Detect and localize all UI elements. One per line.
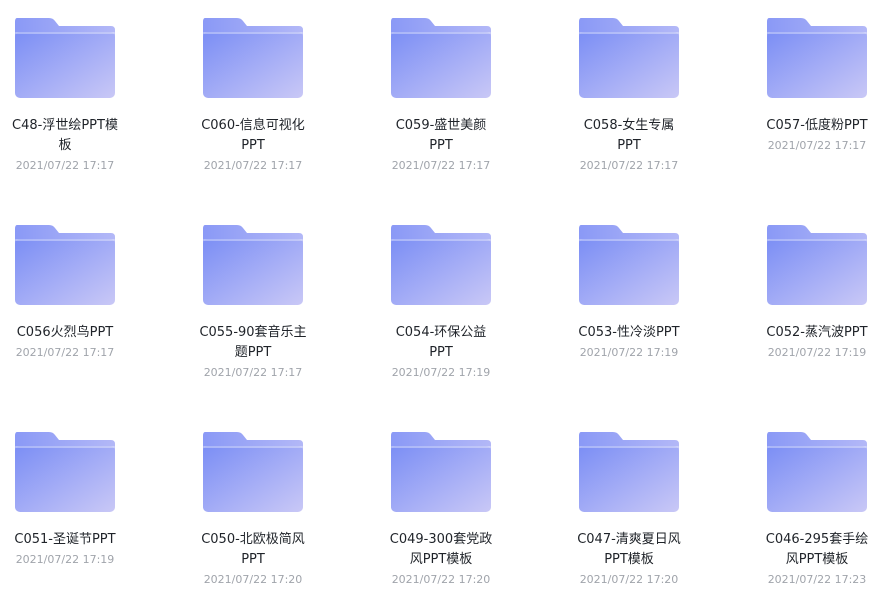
folder-date: 2021/07/22 17:17: [15, 159, 115, 172]
folder-name: C058-女生专属 PPT: [559, 116, 699, 156]
folder-name-line1: C056火烈鸟PPT: [16, 325, 114, 340]
folder-icon: [15, 18, 115, 98]
folder-item[interactable]: C051-圣诞节PPT 2021/07/22 17:19: [0, 430, 135, 568]
folder-name-line1: C054-环保公益: [395, 325, 487, 340]
folder-name-line2: PPT: [241, 138, 265, 153]
folder-name-line2: 风PPT模板: [785, 552, 849, 567]
folder-item[interactable]: C052-蒸汽波PPT 2021/07/22 17:19: [747, 223, 886, 361]
folder-name: C057-低度粉PPT: [747, 116, 886, 136]
folder-name: C056火烈鸟PPT: [0, 323, 135, 343]
folder-name-line1: C057-低度粉PPT: [766, 118, 868, 133]
folder-name-line2: PPT: [617, 138, 641, 153]
folder-icon: [15, 432, 115, 512]
file-grid: C48-浮世绘PPT模 板 2021/07/22 17:17 C060-信息可视…: [0, 0, 886, 602]
folder-name: C060-信息可视化 PPT: [183, 116, 323, 156]
folder-date: 2021/07/22 17:20: [579, 573, 679, 586]
folder-date: 2021/07/22 17:20: [203, 573, 303, 586]
folder-item[interactable]: C053-性冷淡PPT 2021/07/22 17:19: [559, 223, 699, 361]
folder-date: 2021/07/22 17:19: [767, 346, 867, 359]
folder-name-line1: C058-女生专属: [583, 118, 675, 133]
folder-date: 2021/07/22 17:17: [15, 346, 115, 359]
folder-name: C48-浮世绘PPT模 板: [0, 116, 135, 156]
folder-date: 2021/07/22 17:19: [391, 366, 491, 379]
folder-name: C051-圣诞节PPT: [0, 530, 135, 550]
folder-date: 2021/07/22 17:23: [767, 573, 867, 586]
folder-icon: [391, 432, 491, 512]
folder-item[interactable]: C050-北欧极简风 PPT 2021/07/22 17:20: [183, 430, 323, 588]
folder-name: C055-90套音乐主 题PPT: [183, 323, 323, 363]
folder-name-line1: C049-300套党政: [389, 532, 493, 547]
folder-name-line1: C046-295套手绘: [765, 532, 869, 547]
folder-icon: [767, 225, 867, 305]
folder-date: 2021/07/22 17:17: [203, 159, 303, 172]
folder-date: 2021/07/22 17:20: [391, 573, 491, 586]
folder-name-line2: 板: [58, 138, 72, 153]
folder-date: 2021/07/22 17:17: [391, 159, 491, 172]
folder-item[interactable]: C058-女生专属 PPT 2021/07/22 17:17: [559, 16, 699, 174]
folder-name-line2: PPT: [241, 552, 265, 567]
folder-icon: [767, 432, 867, 512]
folder-name: C053-性冷淡PPT: [559, 323, 699, 343]
folder-date: 2021/07/22 17:17: [579, 159, 679, 172]
folder-item[interactable]: C049-300套党政 风PPT模板 2021/07/22 17:20: [371, 430, 511, 588]
folder-item[interactable]: C056火烈鸟PPT 2021/07/22 17:17: [0, 223, 135, 361]
folder-icon: [391, 18, 491, 98]
folder-name-line2: PPT: [429, 138, 453, 153]
folder-date: 2021/07/22 17:17: [767, 139, 867, 152]
folder-icon: [15, 225, 115, 305]
folder-item[interactable]: C054-环保公益 PPT 2021/07/22 17:19: [371, 223, 511, 381]
folder-name-line1: C052-蒸汽波PPT: [766, 325, 868, 340]
folder-icon: [579, 18, 679, 98]
folder-name: C054-环保公益 PPT: [371, 323, 511, 363]
folder-icon: [391, 225, 491, 305]
folder-name-line1: C059-盛世美颜: [395, 118, 487, 133]
folder-icon: [767, 18, 867, 98]
folder-name-line2: 风PPT模板: [409, 552, 473, 567]
folder-icon: [203, 18, 303, 98]
folder-item[interactable]: C057-低度粉PPT 2021/07/22 17:17: [747, 16, 886, 154]
folder-item[interactable]: C047-清爽夏日风 PPT模板 2021/07/22 17:20: [559, 430, 699, 588]
folder-icon: [203, 432, 303, 512]
folder-date: 2021/07/22 17:17: [203, 366, 303, 379]
folder-item[interactable]: C48-浮世绘PPT模 板 2021/07/22 17:17: [0, 16, 135, 174]
folder-name-line1: C050-北欧极简风: [201, 532, 305, 547]
folder-name-line2: 题PPT: [234, 345, 272, 360]
folder-name: C047-清爽夏日风 PPT模板: [559, 530, 699, 570]
folder-name: C046-295套手绘 风PPT模板: [747, 530, 886, 570]
folder-name-line1: C047-清爽夏日风: [577, 532, 681, 547]
folder-icon: [579, 432, 679, 512]
folder-date: 2021/07/22 17:19: [579, 346, 679, 359]
folder-name-line1: C060-信息可视化: [201, 118, 305, 133]
folder-name-line1: C055-90套音乐主: [199, 325, 307, 340]
folder-item[interactable]: C059-盛世美颜 PPT 2021/07/22 17:17: [371, 16, 511, 174]
folder-name: C050-北欧极简风 PPT: [183, 530, 323, 570]
folder-name-line1: C051-圣诞节PPT: [14, 532, 116, 547]
folder-name-line2: PPT: [429, 345, 453, 360]
folder-date: 2021/07/22 17:19: [15, 553, 115, 566]
folder-icon: [579, 225, 679, 305]
folder-name-line2: PPT模板: [604, 552, 654, 567]
folder-name: C059-盛世美颜 PPT: [371, 116, 511, 156]
folder-item[interactable]: C055-90套音乐主 题PPT 2021/07/22 17:17: [183, 223, 323, 381]
folder-item[interactable]: C046-295套手绘 风PPT模板 2021/07/22 17:23: [747, 430, 886, 588]
folder-name-line1: C053-性冷淡PPT: [578, 325, 680, 340]
folder-item[interactable]: C060-信息可视化 PPT 2021/07/22 17:17: [183, 16, 323, 174]
folder-name-line1: C48-浮世绘PPT模: [12, 118, 118, 133]
folder-name: C052-蒸汽波PPT: [747, 323, 886, 343]
folder-icon: [203, 225, 303, 305]
folder-name: C049-300套党政 风PPT模板: [371, 530, 511, 570]
